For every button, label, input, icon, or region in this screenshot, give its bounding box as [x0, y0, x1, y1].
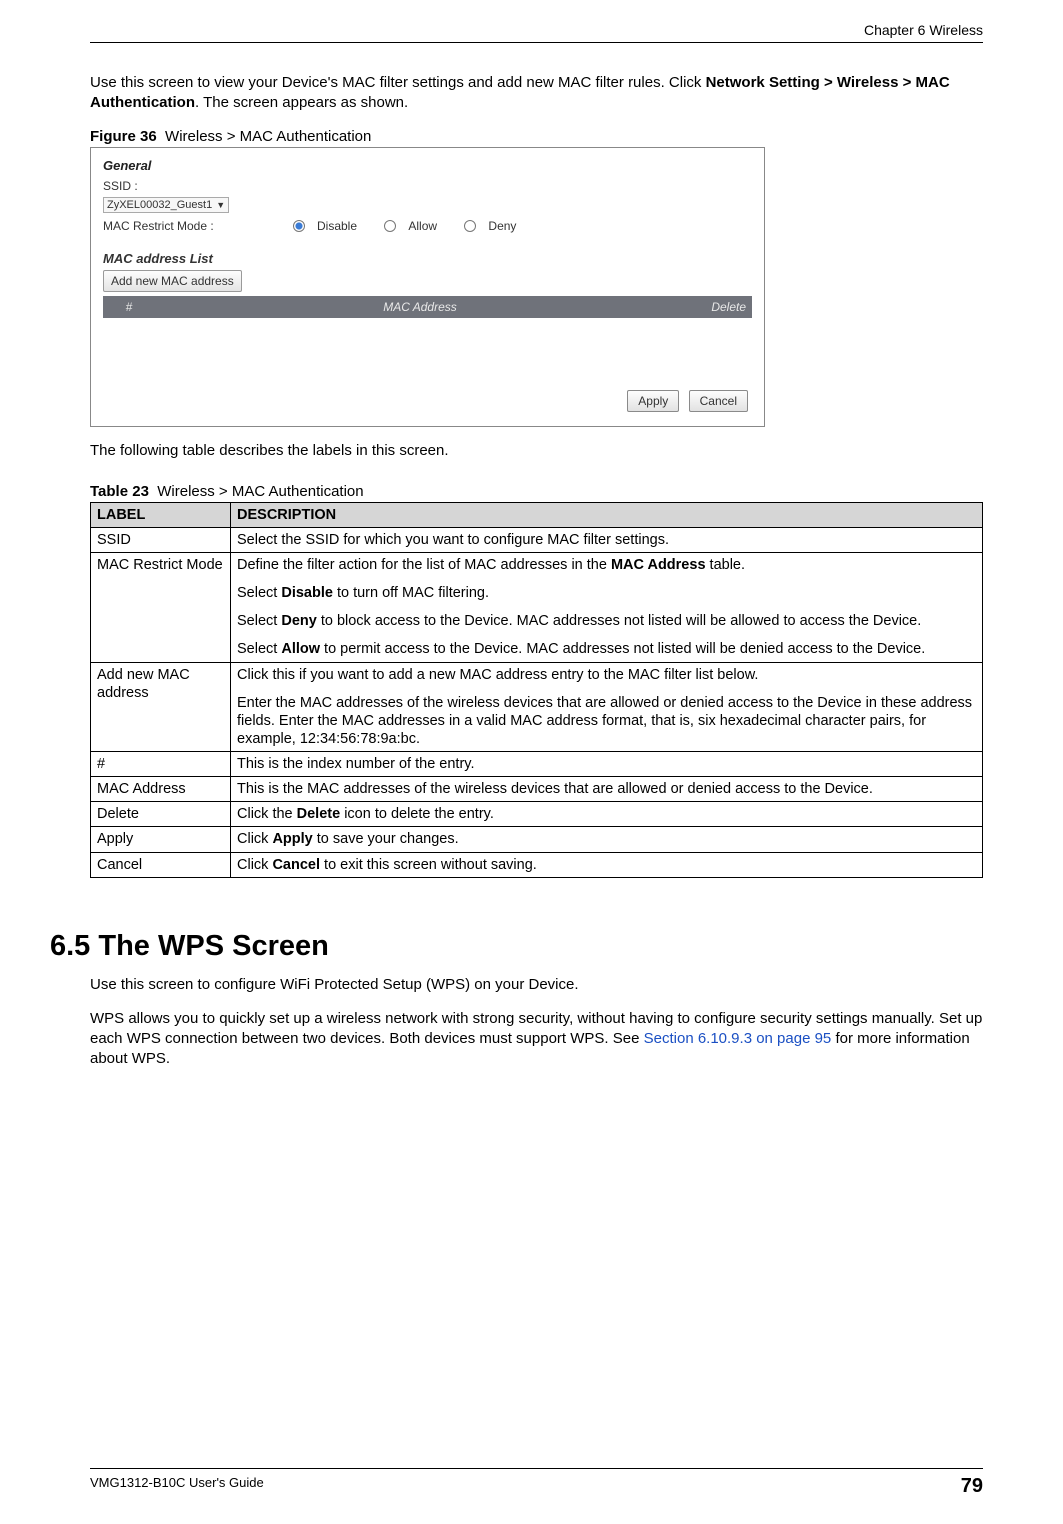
figure-screenshot: General SSID : ZyXEL00032_Guest1 ▼ MAC R… [90, 147, 765, 427]
ss-ssid-label: SSID : [103, 179, 218, 193]
cell-label: Delete [91, 802, 231, 827]
ss-apply-button[interactable]: Apply [627, 390, 679, 412]
cell-label: SSID [91, 527, 231, 552]
table-row: DeleteClick the Delete icon to delete th… [91, 802, 983, 827]
footer-page-number: 79 [961, 1475, 983, 1498]
post-figure-text: The following table describes the labels… [90, 441, 983, 461]
chevron-down-icon: ▼ [216, 200, 225, 210]
ss-radio-disable[interactable]: Disable [293, 219, 369, 233]
ss-col-num: # [109, 300, 149, 314]
table-row: MAC AddressThis is the MAC addresses of … [91, 777, 983, 802]
table-row: ApplyClick Apply to save your changes. [91, 827, 983, 852]
cell-label: MAC Restrict Mode [91, 553, 231, 663]
ss-radio-allow-label: Allow [408, 219, 437, 233]
table-row: SSIDSelect the SSID for which you want t… [91, 527, 983, 552]
table-title: Wireless > MAC Authentication [157, 483, 363, 500]
cell-label: MAC Address [91, 777, 231, 802]
table-row: CancelClick Cancel to exit this screen w… [91, 852, 983, 877]
ss-radio-deny-label: Deny [488, 219, 516, 233]
section-p2: WPS allows you to quickly set up a wirel… [90, 1009, 983, 1070]
page-footer: VMG1312-B10C User's Guide 79 [90, 1468, 983, 1498]
intro-paragraph: Use this screen to view your Device's MA… [90, 73, 983, 114]
th-label: LABEL [91, 502, 231, 527]
ss-maclist-heading: MAC address List [103, 251, 752, 266]
table-row: Add new MAC addressClick this if you wan… [91, 662, 983, 752]
ss-col-del: Delete [691, 300, 746, 314]
cell-description: Select the SSID for which you want to co… [231, 527, 983, 552]
section-p2-link[interactable]: Section 6.10.9.3 on page 95 [644, 1030, 832, 1047]
th-desc: DESCRIPTION [231, 502, 983, 527]
footer-rule [90, 1468, 983, 1469]
ss-radio-deny[interactable]: Deny [464, 219, 528, 233]
radio-empty-icon [464, 220, 476, 232]
ss-radio-allow[interactable]: Allow [384, 219, 449, 233]
cell-description: This is the index number of the entry. [231, 752, 983, 777]
radio-empty-icon [384, 220, 396, 232]
cell-description: This is the MAC addresses of the wireles… [231, 777, 983, 802]
table-row: MAC Restrict ModeDefine the filter actio… [91, 553, 983, 663]
cell-label: # [91, 752, 231, 777]
section-heading: 6.5 The WPS Screen [50, 930, 983, 963]
intro-post: . The screen appears as shown. [195, 94, 408, 111]
cell-description: Click Apply to save your changes. [231, 827, 983, 852]
cell-description: Click Cancel to exit this screen without… [231, 852, 983, 877]
ss-ssid-value: ZyXEL00032_Guest1 [107, 199, 212, 211]
ss-mac-table-header: # MAC Address Delete [103, 296, 752, 318]
table-row: #This is the index number of the entry. [91, 752, 983, 777]
cell-description: Click this if you want to add a new MAC … [231, 662, 983, 752]
ss-add-mac-button[interactable]: Add new MAC address [103, 270, 242, 292]
cell-label: Add new MAC address [91, 662, 231, 752]
ss-ssid-select[interactable]: ZyXEL00032_Guest1 ▼ [103, 197, 229, 213]
figure-label: Figure 36 [90, 128, 157, 145]
ss-mac-table: # MAC Address Delete [103, 296, 752, 318]
description-table: LABEL DESCRIPTION SSIDSelect the SSID fo… [90, 502, 983, 878]
ss-col-mac: MAC Address [149, 300, 691, 314]
running-header: Chapter 6 Wireless [90, 20, 983, 38]
cell-label: Apply [91, 827, 231, 852]
ss-restrict-label: MAC Restrict Mode : [103, 219, 218, 233]
cell-description: Click the Delete icon to delete the entr… [231, 802, 983, 827]
figure-title: Wireless > MAC Authentication [165, 128, 371, 145]
figure-caption: Figure 36 Wireless > MAC Authentication [90, 128, 983, 145]
section-p1: Use this screen to configure WiFi Protec… [90, 975, 983, 995]
header-rule [90, 42, 983, 43]
table-label: Table 23 [90, 483, 149, 500]
table-caption: Table 23 Wireless > MAC Authentication [90, 483, 983, 500]
intro-pre: Use this screen to view your Device's MA… [90, 74, 706, 91]
cell-label: Cancel [91, 852, 231, 877]
ss-general-heading: General [103, 158, 752, 173]
radio-selected-icon [293, 220, 305, 232]
cell-description: Define the filter action for the list of… [231, 553, 983, 663]
ss-cancel-button[interactable]: Cancel [689, 390, 748, 412]
footer-guide: VMG1312-B10C User's Guide [90, 1475, 264, 1498]
ss-radio-disable-label: Disable [317, 219, 357, 233]
